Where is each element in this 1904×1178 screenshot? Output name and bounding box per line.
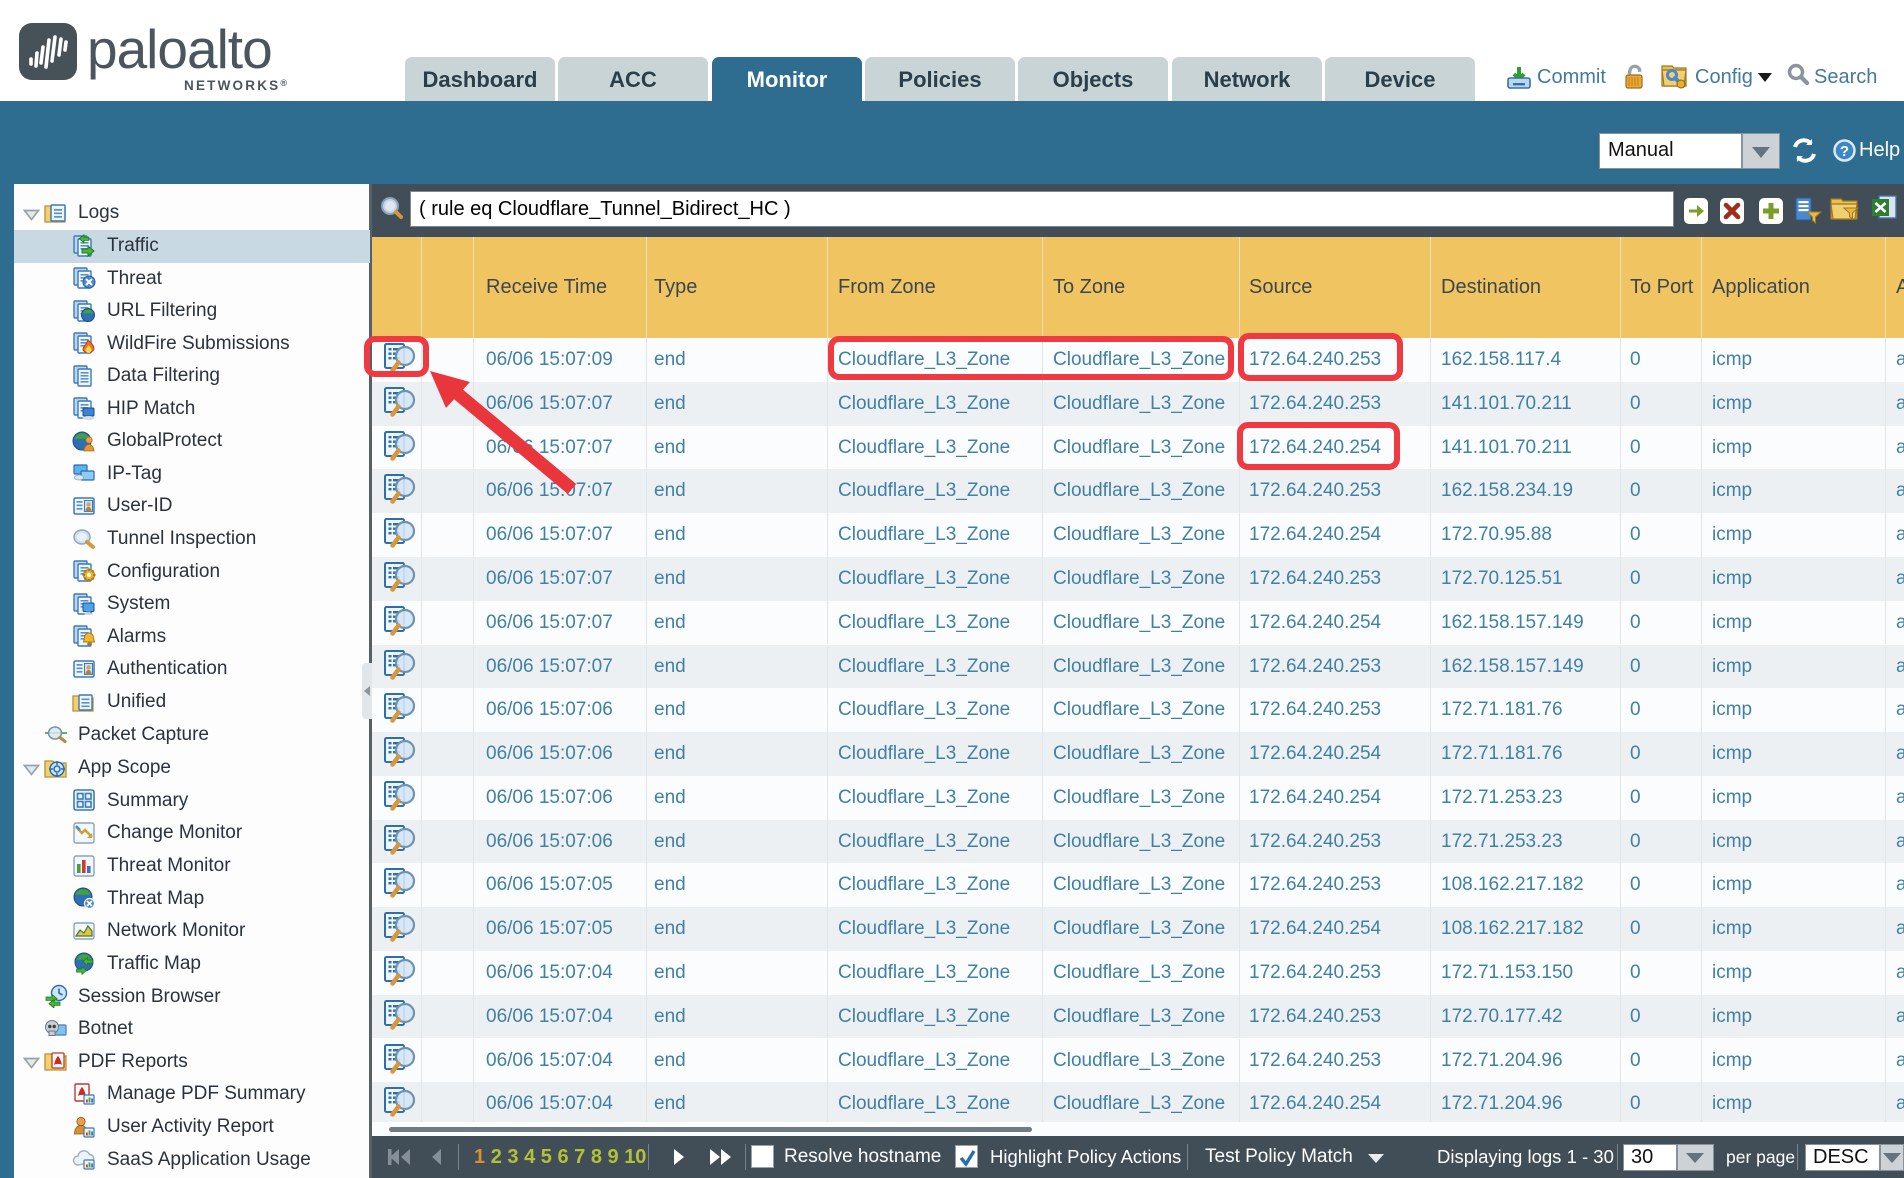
svg-text:?: ? (1840, 143, 1849, 160)
